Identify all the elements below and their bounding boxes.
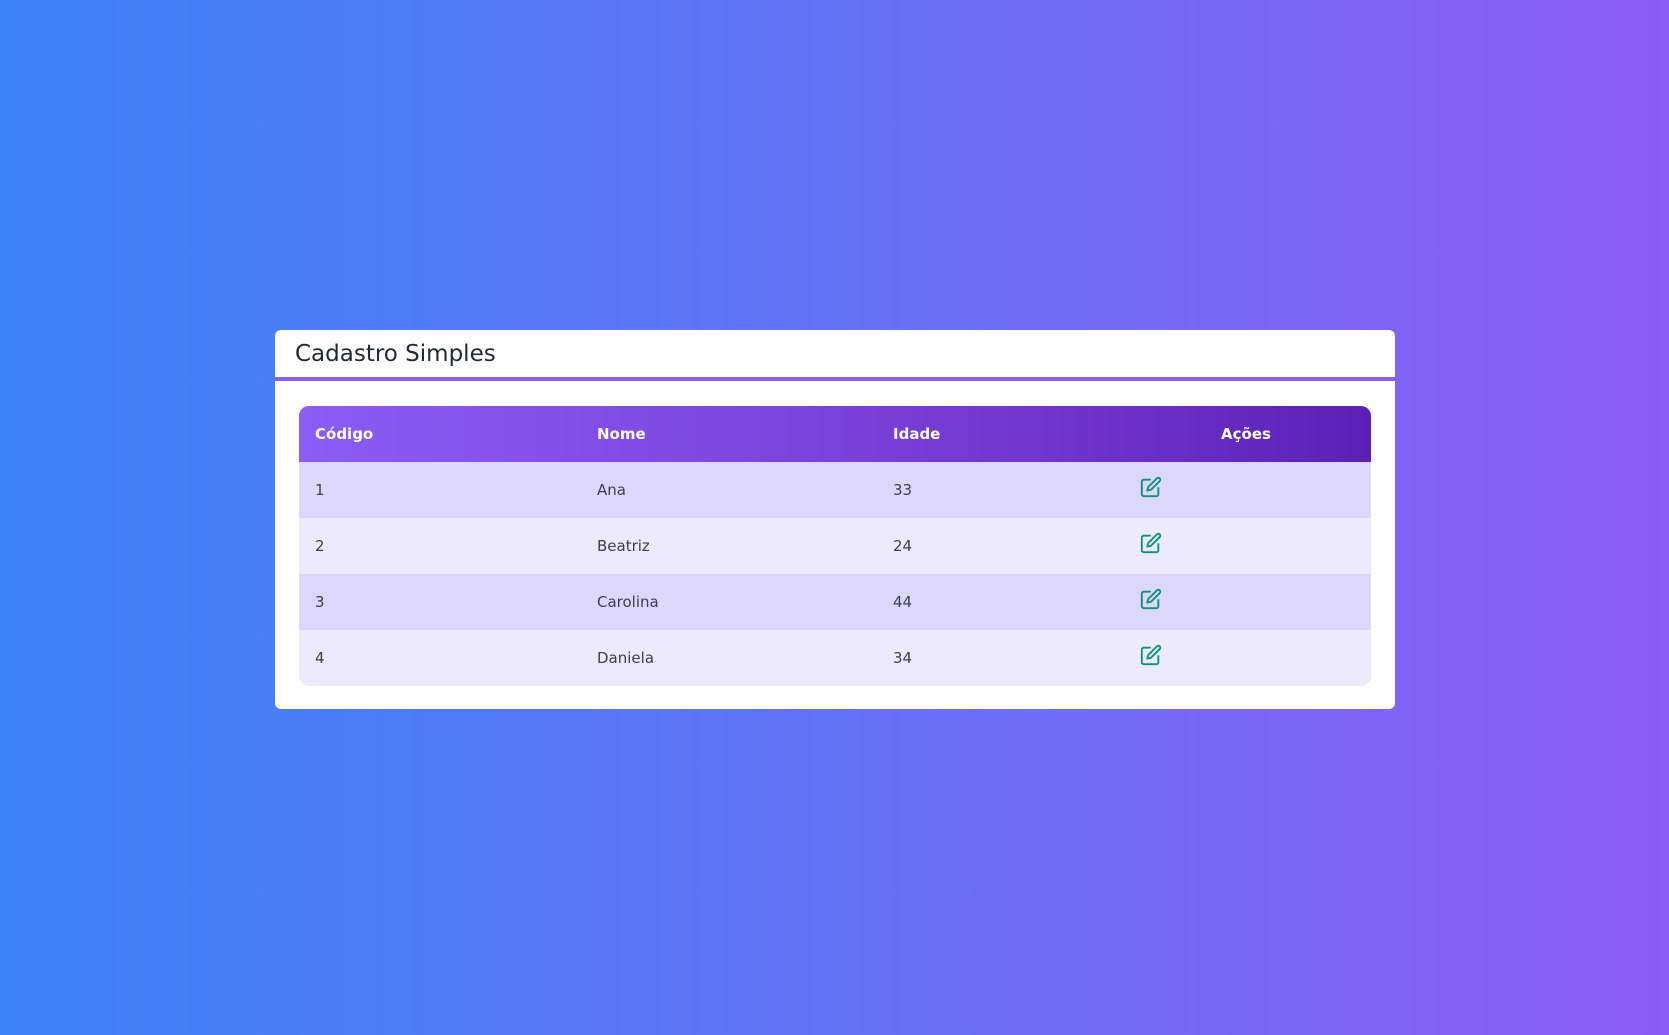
- edit-icon: [1140, 644, 1162, 666]
- cell-idade: 44: [893, 593, 913, 611]
- cell-acoes: [1121, 518, 1371, 574]
- table-header: Código Nome Idade Ações: [299, 406, 1371, 462]
- records-table-container: Código Nome Idade Ações 1 Ana 33 2 Beatr…: [299, 406, 1371, 686]
- page-title: Cadastro Simples: [295, 340, 496, 367]
- table-body: 1 Ana 33 2 Beatriz 24 3 Carolina 44 4 Da…: [299, 462, 1371, 686]
- table-row: 4 Daniela 34: [299, 630, 1371, 686]
- cell-nome: Ana: [597, 481, 626, 499]
- cadastro-card: Cadastro Simples Código Nome Idade Ações…: [275, 330, 1395, 709]
- edit-button[interactable]: [1139, 643, 1163, 667]
- cell-codigo: 2: [315, 537, 325, 555]
- cell-codigo: 3: [315, 593, 325, 611]
- edit-button[interactable]: [1139, 475, 1163, 499]
- cell-acoes: [1121, 462, 1371, 518]
- cell-nome: Beatriz: [597, 537, 650, 555]
- cell-acoes: [1121, 630, 1371, 686]
- cell-idade: 24: [893, 537, 913, 555]
- edit-button[interactable]: [1139, 531, 1163, 555]
- table-row: 2 Beatriz 24: [299, 518, 1371, 574]
- table-row: 1 Ana 33: [299, 462, 1371, 518]
- cell-nome: Daniela: [597, 649, 655, 667]
- column-header-codigo: Código: [315, 425, 374, 443]
- table-row: 3 Carolina 44: [299, 574, 1371, 630]
- edit-button[interactable]: [1139, 587, 1163, 611]
- cell-idade: 33: [893, 481, 913, 499]
- edit-icon: [1140, 532, 1162, 554]
- records-table: Código Nome Idade Ações 1 Ana 33 2 Beatr…: [299, 406, 1371, 686]
- cell-codigo: 1: [315, 481, 325, 499]
- edit-icon: [1140, 476, 1162, 498]
- cell-acoes: [1121, 574, 1371, 630]
- cell-idade: 34: [893, 649, 913, 667]
- table-header-row: Código Nome Idade Ações: [299, 406, 1371, 462]
- column-header-acoes: Ações: [1221, 425, 1271, 443]
- column-header-idade: Idade: [893, 425, 941, 443]
- cell-codigo: 4: [315, 649, 325, 667]
- card-header: Cadastro Simples: [275, 330, 1395, 381]
- edit-icon: [1140, 588, 1162, 610]
- column-header-nome: Nome: [597, 425, 646, 443]
- cell-nome: Carolina: [597, 593, 659, 611]
